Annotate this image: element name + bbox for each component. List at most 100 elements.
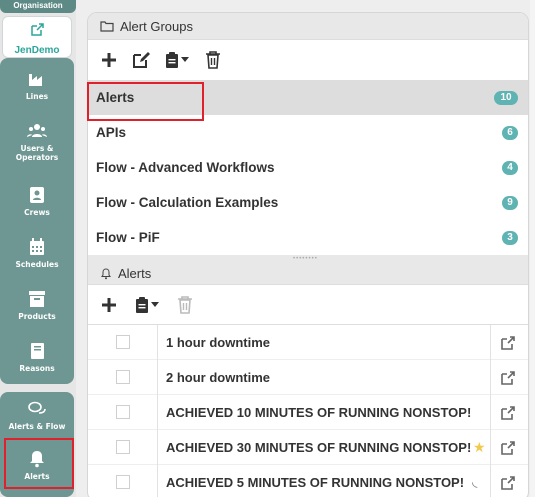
trash-icon <box>178 295 192 314</box>
external-link-icon <box>31 23 44 36</box>
column-divider <box>490 465 491 497</box>
count-badge: 4 <box>502 160 518 175</box>
sidebar-item-label: Reasons <box>19 364 55 373</box>
sidebar-item-lines[interactable]: Lines <box>0 70 74 101</box>
sidebar-item-products[interactable]: Products <box>0 290 74 321</box>
sidebar-item-label: Alerts & Flow <box>8 422 66 431</box>
column-divider <box>490 395 491 430</box>
sidebar-item-schedules[interactable]: Schedules <box>0 238 74 269</box>
alert-name: 1 hour downtime <box>166 334 270 350</box>
crew-icon <box>30 187 44 203</box>
sidebar-item-jendemo[interactable]: JenDemo <box>2 16 72 58</box>
sidebar: Organisation JenDemo Lines Users & Operat… <box>0 0 76 497</box>
plus-icon <box>102 53 116 67</box>
sidebar-group-main: Lines Users & Operators Crews Schedules P… <box>0 58 74 384</box>
open-external-icon[interactable] <box>500 475 516 491</box>
clipboard-dropdown-button[interactable] <box>162 49 192 71</box>
highlight-box-alerts-group <box>87 82 204 121</box>
scrollbar[interactable] <box>530 0 535 497</box>
count-badge: 10 <box>494 90 518 105</box>
open-external-icon[interactable] <box>500 370 516 386</box>
sidebar-item-label: Schedules <box>15 260 59 269</box>
count-badge: 3 <box>502 230 518 245</box>
count-badge: 9 <box>502 195 518 210</box>
delete-group-button[interactable] <box>202 49 224 71</box>
alert-row[interactable]: ACHIEVED 5 MINUTES OF RUNNING NONSTOP! ◟ <box>88 465 528 497</box>
delete-alert-button[interactable] <box>174 294 196 316</box>
bell-outline-icon <box>101 267 111 279</box>
count-badge: 6 <box>502 125 518 140</box>
chat-icon <box>28 401 46 414</box>
column-divider <box>490 325 491 360</box>
group-name: Flow - Calculation Examples <box>96 195 279 210</box>
sidebar-item-organisation[interactable]: Organisation <box>0 0 76 13</box>
add-alert-button[interactable] <box>98 294 120 316</box>
alert-row[interactable]: 2 hour downtime <box>88 360 528 395</box>
panel-splitter[interactable]: •••••••• <box>88 255 528 263</box>
users-icon <box>27 124 47 137</box>
column-divider <box>157 465 158 497</box>
emoji-icon: ◟ <box>472 473 478 489</box>
alert-row[interactable]: ACHIEVED 10 MINUTES OF RUNNING NONSTOP! <box>88 395 528 430</box>
sidebar-item-alerts-flow[interactable]: Alerts & Flow <box>0 400 74 431</box>
sidebar-item-label: Crews <box>24 208 50 217</box>
alert-clipboard-dropdown-button[interactable] <box>132 294 162 316</box>
alert-groups-header: Alert Groups <box>88 13 528 40</box>
sidebar-item-users[interactable]: Users & Operators <box>0 122 74 162</box>
open-external-icon[interactable] <box>500 335 516 351</box>
caret-down-icon <box>181 57 189 62</box>
sidebar-item-crews[interactable]: Crews <box>0 186 74 217</box>
alerts-header: Alerts <box>88 263 528 285</box>
box-icon <box>29 291 45 307</box>
open-external-icon[interactable] <box>500 440 516 456</box>
sidebar-item-label: Organisation <box>13 1 63 10</box>
column-divider <box>490 430 491 465</box>
row-checkbox[interactable] <box>116 475 130 489</box>
clipboard-icon <box>166 52 178 68</box>
sidebar-item-reasons[interactable]: Reasons <box>0 342 74 373</box>
group-row-flow-pif[interactable]: Flow - PiF 3 <box>88 220 528 255</box>
column-divider <box>490 360 491 395</box>
alert-name: 2 hour downtime <box>166 369 270 385</box>
group-row-flow-calc[interactable]: Flow - Calculation Examples 9 <box>88 185 528 220</box>
group-name: Flow - Advanced Workflows <box>96 160 275 175</box>
trash-icon <box>206 51 220 69</box>
group-name: APIs <box>96 125 127 140</box>
open-external-icon[interactable] <box>500 405 516 421</box>
column-divider <box>157 360 158 395</box>
alert-row[interactable]: ACHIEVED 30 MINUTES OF RUNNING NONSTOP! … <box>88 430 528 465</box>
row-checkbox[interactable] <box>116 405 130 419</box>
alerts-toolbar <box>88 285 528 325</box>
factory-icon <box>29 74 42 86</box>
row-checkbox[interactable] <box>116 335 130 349</box>
alerts-title: Alerts <box>118 266 152 281</box>
alert-name: ACHIEVED 5 MINUTES OF RUNNING NONSTOP! <box>166 474 465 490</box>
sidebar-item-label: Users & Operators <box>15 144 59 162</box>
book-icon <box>31 343 44 359</box>
alert-groups-toolbar <box>88 40 528 80</box>
alert-groups-title: Alert Groups <box>120 18 193 34</box>
column-divider <box>157 395 158 430</box>
star-icon: ★ <box>473 439 486 455</box>
group-name: Flow - PiF <box>96 230 160 245</box>
group-row-flow-advanced[interactable]: Flow - Advanced Workflows 4 <box>88 150 528 185</box>
alert-row[interactable]: 1 hour downtime <box>88 325 528 360</box>
sidebar-item-label: Products <box>18 312 56 321</box>
calendar-icon <box>30 238 44 255</box>
sidebar-item-label: Lines <box>25 92 49 101</box>
column-divider <box>157 430 158 465</box>
splitter-grip[interactable]: •••••••• <box>293 256 325 262</box>
add-group-button[interactable] <box>98 49 120 71</box>
row-checkbox[interactable] <box>116 440 130 454</box>
row-checkbox[interactable] <box>116 370 130 384</box>
clipboard-icon <box>136 296 148 313</box>
column-divider <box>157 325 158 360</box>
folder-icon <box>100 21 114 32</box>
caret-down-icon <box>151 301 159 307</box>
edit-group-button[interactable] <box>130 49 152 71</box>
sidebar-item-label: JenDemo <box>14 45 60 56</box>
alert-name: ACHIEVED 30 MINUTES OF RUNNING NONSTOP! <box>166 439 472 455</box>
plus-icon <box>102 297 116 312</box>
alert-name: ACHIEVED 10 MINUTES OF RUNNING NONSTOP! <box>166 404 472 420</box>
highlight-box-sidebar-alerts <box>4 438 74 489</box>
